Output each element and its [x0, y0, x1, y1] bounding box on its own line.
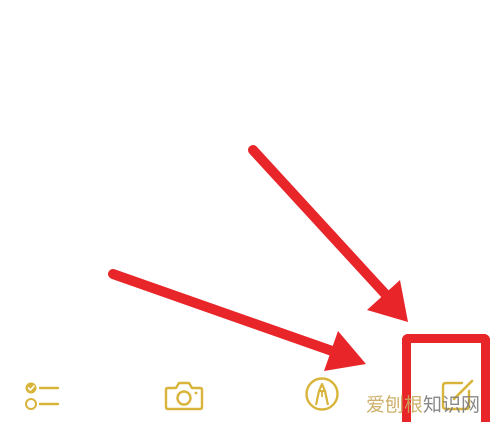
- red-arrow-lower: [108, 269, 366, 371]
- checklist-icon: [25, 382, 60, 410]
- camera-button[interactable]: [164, 379, 204, 411]
- camera-icon: [164, 381, 204, 411]
- watermark-part2: 知识网: [423, 394, 481, 416]
- watermark-part1: 爱刨根: [366, 394, 424, 416]
- markup-button[interactable]: [304, 375, 340, 413]
- red-arrow-upper: [248, 145, 408, 322]
- markup-pen-icon: [305, 377, 339, 411]
- checklist-button[interactable]: [24, 379, 60, 413]
- watermark: 爱刨根知识网: [366, 393, 480, 417]
